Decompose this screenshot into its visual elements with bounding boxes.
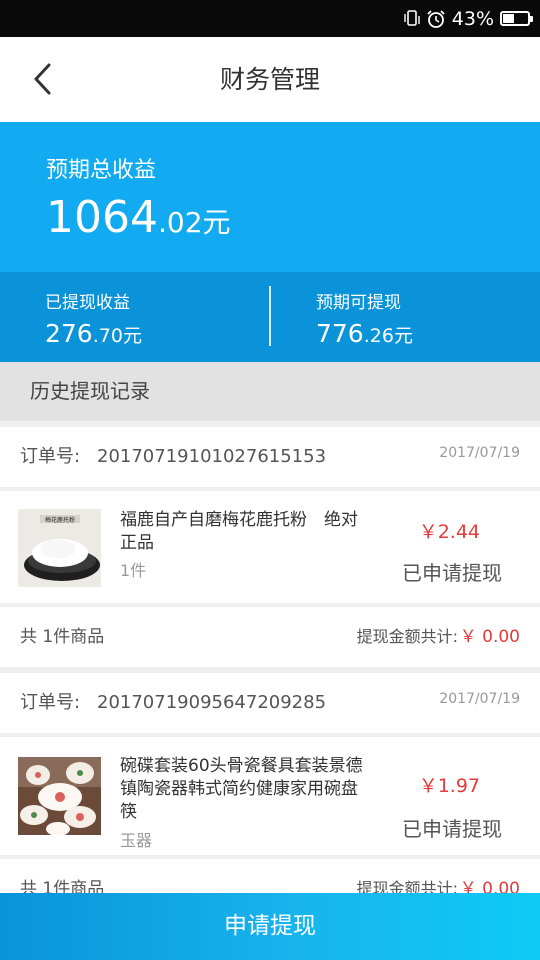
withdraw-status: 已申请提现 [402,817,502,841]
product-thumbnail: 梅花鹿托粉 [18,509,101,587]
battery-icon [500,11,533,26]
status-icons: 43% [404,0,533,37]
product-category: 玉器 [120,831,153,850]
product-price: ￥1.97 [418,775,480,797]
order-card[interactable]: 订单号: 20170719095647209285 2017/07/19 碗碟套… [0,673,540,919]
back-button[interactable] [22,57,62,101]
withdraw-total-value: ￥ 0.00 [459,627,520,647]
battery-level [503,14,515,23]
available-decimal: .26 [363,325,394,347]
summary-divider [269,286,271,346]
app-screen: 43% 财务管理 预期总收益 1064.02元 已提现收益 276.70元 预期… [0,0,540,960]
product-price: ￥2.44 [418,521,480,543]
order-date: 2017/07/19 [439,691,520,707]
back-arrow-icon [34,63,51,95]
order-number-label: 订单号: [20,446,81,467]
withdraw-total-label: 提现金额共计: [356,627,458,646]
svg-text:梅花鹿托粉: 梅花鹿托粉 [45,516,75,524]
order-header: 订单号: 20170719101027615153 2017/07/19 [0,427,540,487]
history-title: 历史提现记录 [30,379,150,403]
withdrawn-value: 276.70元 [45,319,142,348]
total-earnings-integer: 1064 [46,192,158,243]
total-earnings-label: 预期总收益 [46,158,157,183]
order-number: 20170719101027615153 [97,446,327,467]
available-unit: 元 [393,325,413,347]
product-quantity: 1件 [120,561,147,580]
withdrawn-label: 已提现收益 [45,293,130,313]
withdraw-status: 已申请提现 [402,561,502,585]
order-date: 2017/07/19 [439,445,520,461]
status-bar: 43% [0,0,540,37]
tableware-set-image [18,757,101,835]
product-thumbnail [18,757,101,835]
product-name: 福鹿自产自磨梅花鹿托粉 绝对正品 [120,510,358,553]
available-earnings: 预期可提现 776.26元 [316,288,413,348]
available-value: 776.26元 [316,319,413,348]
order-footer: 共 1件商品 提现金额共计: ￥ 0.00 [0,607,540,667]
nav-header: 财务管理 [0,37,540,122]
withdrawn-earnings: 已提现收益 276.70元 [45,288,142,348]
total-earnings-value: 1064.02元 [46,192,231,243]
page-title: 财务管理 [219,65,320,94]
order-list: 订单号: 20170719101027615153 2017/07/19 梅花鹿… [0,427,540,925]
phone-vibrate-icon [404,9,420,26]
product-name: 碗碟套装60头骨瓷餐具套装景德镇陶瓷器韩式简约健康家用碗盘筷 [120,756,363,822]
deer-powder-image: 梅花鹿托粉 [18,509,101,587]
earnings-breakdown: 已提现收益 276.70元 预期可提现 776.26元 [0,272,540,362]
withdrawn-unit: 元 [122,325,142,347]
battery-percent: 43% [451,7,494,30]
order-number-label: 订单号: [20,692,81,713]
item-count: 共 1件商品 [20,627,105,647]
total-earnings-unit: 元 [202,206,231,239]
available-label: 预期可提现 [316,293,401,313]
apply-withdraw-button[interactable]: 申请提现 [0,893,540,960]
order-card[interactable]: 订单号: 20170719101027615153 2017/07/19 梅花鹿… [0,427,540,667]
total-earnings-decimal: .02 [157,206,203,239]
available-integer: 776 [316,319,364,348]
order-number: 20170719095647209285 [97,692,327,713]
order-item[interactable]: 梅花鹿托粉 福鹿自产自磨梅花鹿托粉 绝对正品 1件 ￥2.44 已申请提现 [0,491,540,603]
withdrawn-integer: 276 [45,319,93,348]
alarm-icon [427,9,445,28]
history-section-header: 历史提现记录 [0,362,540,421]
order-header: 订单号: 20170719095647209285 2017/07/19 [0,673,540,733]
withdrawn-decimal: .70 [92,325,123,347]
order-item[interactable]: 碗碟套装60头骨瓷餐具套装景德镇陶瓷器韩式简约健康家用碗盘筷 玉器 ￥1.97 … [0,737,540,855]
earnings-summary: 预期总收益 1064.02元 [0,122,540,272]
